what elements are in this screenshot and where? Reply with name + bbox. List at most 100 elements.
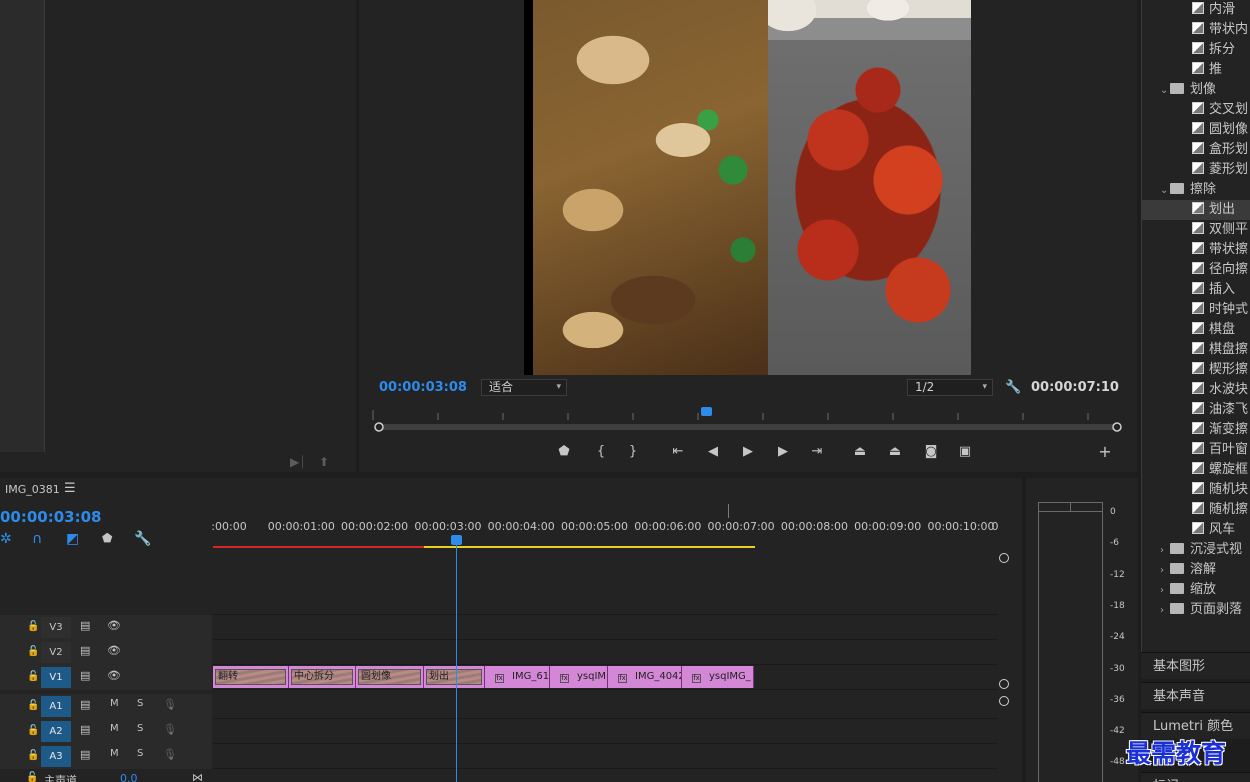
- scroll-handle-mid[interactable]: [999, 679, 1009, 689]
- effects-item[interactable]: 随机擦: [1142, 500, 1250, 520]
- timeline-ruler[interactable]: :00:00 00:00:01:00 00:00:02:00 00:00:03:00 0…: [211, 504, 999, 548]
- lock-icon[interactable]: 🔓: [27, 750, 39, 761]
- solo-button[interactable]: S: [137, 698, 143, 709]
- panel-button[interactable]: 基本声音: [1141, 682, 1250, 709]
- export-frame-icon[interactable]: ◙: [921, 443, 941, 461]
- effects-item[interactable]: 推: [1142, 60, 1250, 80]
- add-button-icon[interactable]: +: [1095, 443, 1115, 461]
- effects-item[interactable]: 百叶窗: [1142, 440, 1250, 460]
- insert-icon[interactable]: ▶⏐: [290, 455, 306, 470]
- sequence-tab[interactable]: IMG_0381: [5, 483, 60, 496]
- chevron-right-icon[interactable]: ›: [1160, 581, 1170, 601]
- sync-lock-icon[interactable]: ▤: [80, 723, 90, 736]
- transition-clip[interactable]: 翻转: [213, 666, 289, 688]
- timeline-timecode[interactable]: 00:00:03:08: [0, 508, 102, 526]
- zoom-start-handle[interactable]: [374, 422, 384, 432]
- lock-icon[interactable]: 🔓: [26, 772, 38, 782]
- step-forward-icon[interactable]: ▶: [773, 443, 793, 461]
- effects-folder[interactable]: ⌄ 擦除: [1142, 180, 1250, 200]
- transition-clip[interactable]: 圆划像: [356, 666, 424, 688]
- track-lane[interactable]: [213, 694, 998, 719]
- program-time-ruler[interactable]: [372, 405, 1124, 435]
- effects-item[interactable]: 油漆飞: [1142, 400, 1250, 420]
- eye-icon[interactable]: 👁: [107, 669, 121, 682]
- go-to-in-icon[interactable]: ⇤: [668, 443, 688, 461]
- comparison-view-icon[interactable]: ▣: [955, 443, 975, 461]
- track-target-label[interactable]: A1: [41, 696, 71, 717]
- microphone-icon[interactable]: 🎙: [163, 698, 177, 711]
- sync-lock-icon[interactable]: ▤: [80, 644, 90, 657]
- track-target-label[interactable]: V1: [41, 667, 71, 688]
- master-volume-value[interactable]: 0.0: [120, 772, 138, 782]
- effects-item[interactable]: 圆划像: [1142, 120, 1250, 140]
- microphone-icon[interactable]: 🎙: [163, 723, 177, 736]
- effects-item[interactable]: 径向擦: [1142, 260, 1250, 280]
- effects-item[interactable]: 划出: [1142, 200, 1250, 220]
- effects-item[interactable]: 菱形划: [1142, 160, 1250, 180]
- effects-item[interactable]: 棋盘擦: [1142, 340, 1250, 360]
- effects-item[interactable]: 螺旋框: [1142, 460, 1250, 480]
- export-frame-icon[interactable]: ⬆: [319, 455, 329, 469]
- wrench-icon[interactable]: 🔧: [134, 531, 151, 547]
- sync-lock-icon[interactable]: ▤: [80, 698, 90, 711]
- lift-icon[interactable]: ⏏: [850, 443, 870, 461]
- effects-item[interactable]: 渐变擦: [1142, 420, 1250, 440]
- lock-icon[interactable]: 🔓: [27, 646, 39, 657]
- effects-item[interactable]: 棋盘: [1142, 320, 1250, 340]
- mute-button[interactable]: M: [110, 698, 119, 709]
- effects-item[interactable]: 交叉划: [1142, 100, 1250, 120]
- extract-icon[interactable]: ⏏: [885, 443, 905, 461]
- effects-folder[interactable]: › 页面剥落: [1142, 600, 1250, 620]
- sync-lock-icon[interactable]: ▤: [80, 619, 90, 632]
- track-target-label[interactable]: A2: [41, 721, 71, 742]
- eye-icon[interactable]: 👁: [107, 619, 121, 632]
- effects-item[interactable]: 楔形擦: [1142, 360, 1250, 380]
- lock-icon[interactable]: 🔓: [27, 621, 39, 632]
- lock-icon[interactable]: 🔓: [27, 671, 39, 682]
- linked-selection-icon[interactable]: ◩: [66, 531, 79, 547]
- sync-lock-icon[interactable]: ▤: [80, 748, 90, 761]
- lock-icon[interactable]: 🔓: [27, 700, 39, 711]
- mute-button[interactable]: M: [110, 748, 119, 759]
- microphone-icon[interactable]: 🎙: [163, 748, 177, 761]
- scroll-handle-top[interactable]: [999, 553, 1009, 563]
- scroll-handle-audio[interactable]: [999, 696, 1009, 706]
- track-lane[interactable]: [213, 719, 998, 744]
- fit-dropdown[interactable]: 适合 ▾: [481, 379, 567, 396]
- chevron-down-icon[interactable]: ⌄: [1160, 81, 1170, 101]
- mark-in-icon[interactable]: {: [591, 443, 611, 461]
- effects-folder[interactable]: › 溶解: [1142, 560, 1250, 580]
- nest-toggle-icon[interactable]: ✲: [0, 531, 12, 547]
- step-back-icon[interactable]: ◀: [703, 443, 723, 461]
- effects-item[interactable]: 水波块: [1142, 380, 1250, 400]
- sync-lock-icon[interactable]: ▤: [80, 669, 90, 682]
- video-clip[interactable]: fx ysqIMG_: [682, 666, 754, 688]
- effects-item[interactable]: 随机块: [1142, 480, 1250, 500]
- add-marker-icon[interactable]: ⬟: [554, 443, 574, 461]
- program-current-timecode[interactable]: 00:00:03:08: [379, 380, 467, 395]
- chevron-right-icon[interactable]: ›: [1160, 601, 1170, 621]
- eye-icon[interactable]: 👁: [107, 644, 121, 657]
- effects-item[interactable]: 带状擦: [1142, 240, 1250, 260]
- effects-item[interactable]: 盒形划: [1142, 140, 1250, 160]
- go-to-end-icon[interactable]: ⋈: [192, 771, 203, 782]
- track-target-label[interactable]: A3: [41, 746, 71, 767]
- play-icon[interactable]: ▶: [738, 443, 758, 461]
- hamburger-icon[interactable]: ☰: [64, 481, 76, 496]
- snap-icon[interactable]: ∩: [32, 531, 42, 547]
- track-lane[interactable]: 翻转 中心拆分 圆划像 划出 fx IMG_61 fx ysqIM fx IMG_4042 fx ys…: [213, 665, 998, 690]
- resolution-dropdown[interactable]: 1/2 ▾: [907, 379, 993, 396]
- effects-item[interactable]: 双侧平: [1142, 220, 1250, 240]
- track-lane[interactable]: [213, 640, 998, 665]
- add-marker-icon[interactable]: ⬟: [102, 531, 112, 545]
- effects-item[interactable]: 插入: [1142, 280, 1250, 300]
- transition-clip[interactable]: 划出: [424, 666, 485, 688]
- track-lane[interactable]: [213, 615, 998, 640]
- effects-folder[interactable]: › 缩放: [1142, 580, 1250, 600]
- go-to-out-icon[interactable]: ⇥: [807, 443, 827, 461]
- chevron-right-icon[interactable]: ›: [1160, 541, 1170, 561]
- effects-item[interactable]: 拆分: [1142, 40, 1250, 60]
- track-target-label[interactable]: V2: [41, 642, 71, 663]
- track-lane[interactable]: [213, 744, 998, 769]
- effects-item[interactable]: 内滑: [1142, 0, 1250, 20]
